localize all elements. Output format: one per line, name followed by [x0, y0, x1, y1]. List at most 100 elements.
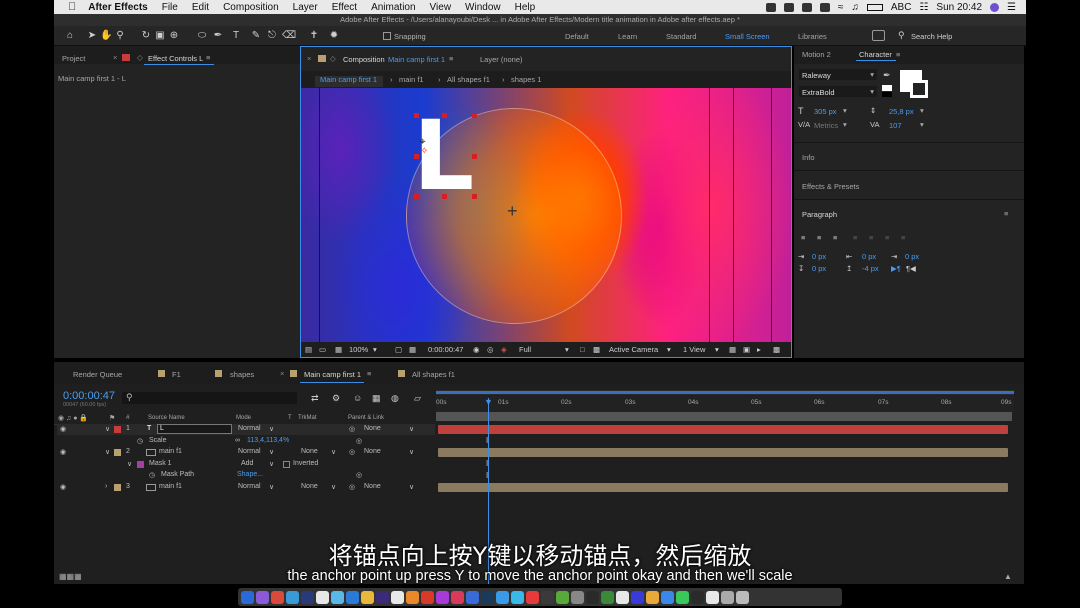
frame-blending-icon[interactable]: ▦ — [372, 393, 381, 404]
pickwhip-icon[interactable]: ◎ — [356, 471, 362, 479]
lock-icon[interactable]: ◇ — [137, 53, 143, 62]
pickwhip-icon[interactable]: ◎ — [356, 437, 362, 445]
align-center-icon[interactable]: ≡ — [817, 233, 821, 242]
menubar-clock[interactable]: Sun 20:42 — [936, 2, 982, 13]
podcasts-icon[interactable] — [436, 590, 449, 604]
after-effects-icon[interactable] — [376, 590, 389, 604]
input-source[interactable]: ABC — [891, 2, 912, 13]
layer-bar-1[interactable] — [438, 425, 1008, 434]
app-icon[interactable] — [616, 590, 629, 604]
eye-icon[interactable]: ◉ — [60, 448, 66, 456]
font-size-value[interactable]: 305 px — [814, 107, 837, 116]
tab-layer[interactable]: Layer (none) — [480, 55, 523, 64]
label-color-swatch[interactable] — [114, 449, 121, 456]
tab-composition-name[interactable]: Main camp first 1 — [388, 55, 445, 64]
indent-right-value[interactable]: 0 px — [862, 252, 876, 261]
font-family-select[interactable]: Raleway ▾ — [799, 69, 877, 80]
pickwhip-icon[interactable]: ◎ — [349, 425, 355, 433]
effects-presets-header[interactable]: Effects & Presets — [802, 182, 859, 191]
chevron-down-icon[interactable]: ∨ — [269, 483, 274, 491]
rtl-direction-icon[interactable]: ¶◀ — [906, 264, 916, 273]
region-of-interest-icon[interactable]: □ — [580, 345, 585, 354]
mask-mode-select[interactable]: Add — [241, 460, 253, 467]
pickwhip-icon[interactable]: ◎ — [349, 483, 355, 491]
breadcrumb-item[interactable]: Main camp first 1 — [320, 75, 377, 84]
zoom-tool-icon[interactable]: ⚲ — [114, 30, 126, 42]
tab-composition-label[interactable]: Composition — [343, 55, 385, 64]
transform-handle[interactable] — [414, 113, 419, 118]
viewer-timecode[interactable]: 0:00:00:47 — [428, 345, 463, 354]
font-style-select[interactable]: ExtraBold ▾ — [799, 86, 877, 97]
blend-mode-select[interactable]: Normal — [238, 483, 261, 490]
current-time[interactable]: 0:00:00:47 — [63, 390, 115, 402]
show-snapshot-icon[interactable]: ◎ — [487, 345, 494, 354]
panel-menu-icon[interactable]: ≡ — [449, 54, 453, 63]
column-trkmat[interactable]: TrkMat — [298, 415, 316, 421]
grid-icon[interactable]: ▦ — [409, 345, 416, 354]
stopwatch-icon[interactable]: ◷ — [149, 471, 155, 479]
mask-row[interactable]: ∨ Mask 1 Add ∨ Inverted — [57, 459, 435, 470]
menu-window[interactable]: Window — [465, 2, 501, 13]
list-icon[interactable]: ☰ — [1007, 2, 1016, 13]
workspace-standard[interactable]: Standard — [666, 32, 696, 41]
blend-mode-select[interactable]: Normal — [238, 448, 261, 455]
snapping-checkbox[interactable] — [383, 32, 391, 40]
menu-edit[interactable]: Edit — [192, 2, 209, 13]
panel-menu-icon[interactable]: ≡ — [1004, 209, 1008, 218]
menu-file[interactable]: File — [162, 2, 178, 13]
fit-frame-icon[interactable]: ▢ — [395, 345, 402, 354]
pages-icon[interactable] — [316, 590, 329, 604]
black-swatch[interactable] — [882, 92, 892, 97]
launchpad-icon[interactable] — [271, 590, 284, 604]
inverted-checkbox[interactable] — [283, 461, 290, 468]
kerning-value[interactable]: Metrics — [814, 121, 838, 130]
app-icon[interactable] — [466, 590, 479, 604]
tab-effect-controls[interactable]: Effect Controls L — [148, 54, 203, 63]
lightroom-icon[interactable] — [481, 590, 494, 604]
whatsapp-icon[interactable] — [676, 590, 689, 604]
app-menu[interactable]: After Effects — [88, 2, 147, 13]
view-layout-select[interactable]: 1 View — [683, 345, 705, 354]
search-help[interactable]: Search Help — [911, 32, 952, 41]
chevron-down-icon[interactable]: ∨ — [409, 425, 414, 433]
pickwhip-icon[interactable]: ◎ — [349, 448, 355, 456]
acrobat-icon[interactable] — [421, 590, 434, 604]
chevron-down-icon[interactable]: ▾ — [843, 120, 847, 129]
eyedropper-icon[interactable]: ✒ — [883, 70, 891, 81]
system-preferences-icon[interactable] — [571, 590, 584, 604]
always-preview-icon[interactable]: ▤ — [305, 345, 312, 354]
tab-shapes[interactable]: shapes — [230, 370, 254, 379]
transform-handle[interactable] — [442, 113, 447, 118]
workspace-libraries[interactable]: Libraries — [798, 32, 827, 41]
close-icon[interactable]: × — [307, 54, 311, 63]
finder-icon[interactable] — [241, 590, 254, 604]
transform-handle[interactable] — [472, 194, 477, 199]
notes-icon[interactable] — [361, 590, 374, 604]
breadcrumb-item[interactable]: main f1 — [399, 75, 424, 84]
pen-tool-icon[interactable]: ✒ — [212, 30, 224, 42]
workspace-default[interactable]: Default — [565, 32, 589, 41]
app-icon[interactable] — [511, 590, 524, 604]
stopwatch-icon[interactable]: ◷ — [137, 437, 143, 445]
control-center-icon[interactable]: ☷ — [919, 2, 928, 13]
justify-icon[interactable]: ≡ — [853, 233, 857, 242]
photoshop-icon[interactable] — [301, 590, 314, 604]
reset-exposure-icon[interactable]: ▣ — [743, 345, 750, 354]
playhead-handle-icon[interactable]: ▼ — [484, 397, 493, 407]
chevron-down-icon[interactable]: ∨ — [409, 448, 414, 456]
chevron-down-icon[interactable]: ∨ — [105, 448, 110, 456]
mask-path-value[interactable]: Shape... — [237, 471, 263, 478]
info-panel-header[interactable]: Info — [802, 153, 815, 162]
tab-character[interactable]: Character — [859, 50, 892, 59]
scale-value[interactable]: 113,4,113,4% — [247, 437, 289, 444]
eye-icon[interactable]: ◉ — [60, 483, 66, 491]
type-tool-icon[interactable]: T — [230, 30, 242, 42]
illustrator-icon[interactable] — [406, 590, 419, 604]
mail-icon[interactable] — [346, 590, 359, 604]
chevron-down-icon[interactable]: ∨ — [105, 425, 110, 433]
chevron-down-icon[interactable]: ∨ — [409, 483, 414, 491]
tab-render-queue[interactable]: Render Queue — [73, 370, 122, 379]
panel-menu-icon[interactable]: ≡ — [206, 53, 210, 62]
safari-icon[interactable] — [286, 590, 299, 604]
transparency-grid-icon[interactable]: ▩ — [593, 345, 600, 354]
